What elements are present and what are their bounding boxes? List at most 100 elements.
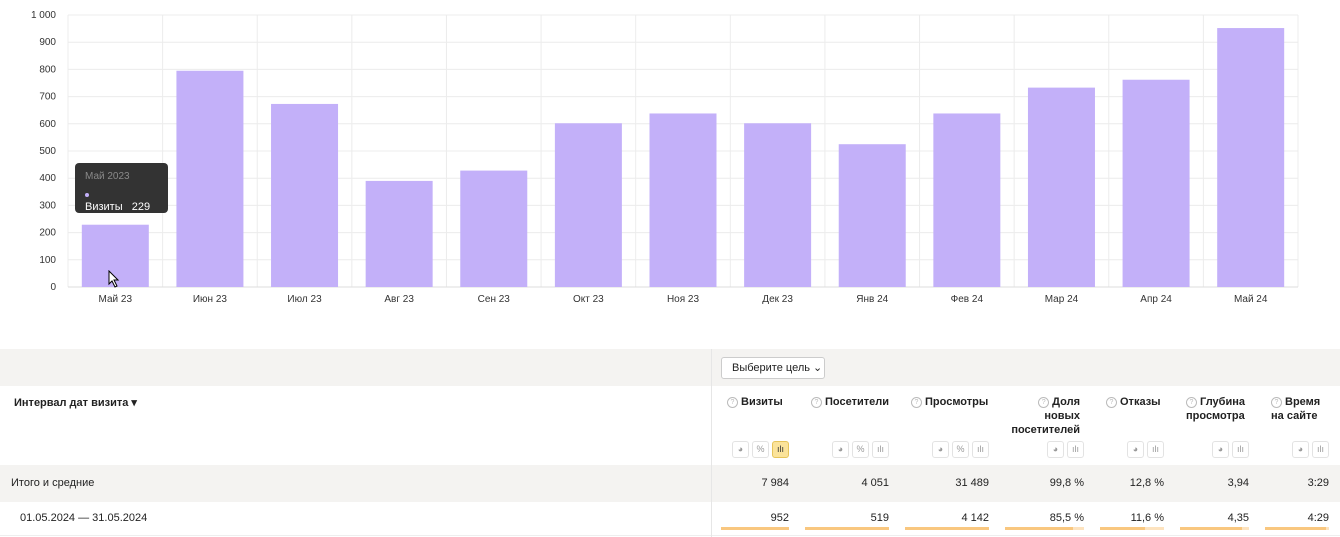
help-icon[interactable]: ?: [811, 397, 822, 408]
bar: [271, 103, 339, 287]
value-progress-bar: [1265, 527, 1329, 530]
percent-icon[interactable]: %: [952, 441, 969, 458]
y-tick-label: 500: [39, 146, 56, 157]
bar: [1027, 87, 1095, 288]
help-icon[interactable]: ?: [1271, 397, 1282, 408]
value-progress-bar: [805, 527, 889, 530]
value-progress-bar: [1180, 527, 1249, 530]
pie-chart-icon[interactable]: ◕: [832, 441, 849, 458]
total-value: 3:29: [1307, 477, 1329, 489]
bar: [1122, 79, 1190, 288]
x-tick-label: Дек 23: [762, 294, 793, 305]
mouse-cursor-icon: [108, 270, 120, 288]
column-label: Посетители: [825, 396, 889, 408]
x-tick-label: Сен 23: [478, 294, 511, 305]
value-progress-bar: [721, 527, 789, 530]
y-tick-label: 400: [39, 173, 56, 184]
value-progress-bar: [905, 527, 989, 530]
totals-label: Итого и средние: [11, 477, 95, 489]
bar-chart-icon[interactable]: ılı: [1312, 441, 1329, 458]
x-tick-label: Июн 23: [193, 294, 228, 305]
column-header[interactable]: ? Отказы ◕ ılı: [1090, 386, 1170, 465]
chart-tooltip: Май 2023 Визиты 229: [75, 163, 168, 213]
x-tick-label: Июл 23: [287, 294, 322, 305]
y-tick-label: 300: [39, 200, 56, 211]
pie-chart-icon[interactable]: ◕: [1047, 441, 1064, 458]
x-tick-label: Авг 23: [384, 294, 414, 305]
column-label: Просмотры: [925, 396, 989, 408]
help-icon[interactable]: ?: [911, 397, 922, 408]
total-value: 31 489: [955, 477, 989, 489]
x-tick-label: Май 24: [1234, 294, 1268, 305]
tooltip-series: Визиты: [85, 201, 123, 213]
cell-value: 4 142: [961, 512, 989, 524]
bar-chart-icon[interactable]: ılı: [1147, 441, 1164, 458]
bar: [176, 70, 244, 287]
bar: [933, 113, 1001, 288]
y-tick-label: 800: [39, 64, 56, 75]
column-header[interactable]: ? Доля новых посетителей ◕ ılı: [995, 386, 1090, 465]
column-header[interactable]: ? Просмотры ◕% ılı: [895, 386, 995, 465]
bar: [1217, 28, 1285, 287]
chevron-down-icon: ⌄: [813, 362, 823, 374]
x-tick-label: Май 23: [99, 294, 133, 305]
bar: [649, 113, 717, 288]
bar-chart-icon[interactable]: ılı: [872, 441, 889, 458]
pie-chart-icon[interactable]: ◕: [932, 441, 949, 458]
help-icon[interactable]: ?: [727, 397, 738, 408]
x-tick-label: Фев 24: [951, 294, 984, 305]
visits-bar-chart: 0 100 200 300 400 500 600 700 800 900 1 000 Май 23 И…: [31, 10, 1299, 305]
pie-chart-icon[interactable]: ◕: [732, 441, 749, 458]
y-tick-label: 600: [39, 119, 56, 130]
help-icon[interactable]: ?: [1038, 397, 1050, 408]
column-divider: [711, 349, 712, 537]
y-tick-label: 200: [39, 228, 56, 239]
total-value: 99,8 %: [1049, 477, 1084, 489]
percent-icon[interactable]: %: [752, 441, 769, 458]
totals-row: Итого и средние 7 984 4 051 31 489 99,8 % 12…: [0, 465, 1340, 502]
cell-value: 4,35: [1227, 512, 1249, 524]
goal-label: Выберите цель: [732, 362, 810, 374]
pie-chart-icon[interactable]: ◕: [1127, 441, 1144, 458]
table-row[interactable]: 01.05.2024 — 31.05.2024 952 519 4 142 85,5 …: [0, 502, 1340, 536]
help-icon[interactable]: ?: [1186, 397, 1197, 408]
pie-chart-icon[interactable]: ◕: [1292, 441, 1309, 458]
help-icon[interactable]: ?: [1106, 397, 1117, 408]
bar: [744, 123, 812, 287]
percent-icon[interactable]: %: [852, 441, 869, 458]
tooltip-value: 229: [131, 201, 151, 213]
value-progress-bar: [1005, 527, 1084, 530]
cell-value: 4:29: [1307, 512, 1329, 524]
cell-value: 85,5 %: [1049, 512, 1084, 524]
bar-chart-icon[interactable]: ılı: [772, 441, 789, 458]
bar: [554, 123, 622, 287]
pie-chart-icon[interactable]: ◕: [1212, 441, 1229, 458]
x-tick-label: Янв 24: [856, 294, 888, 305]
y-tick-label: 0: [50, 282, 56, 293]
total-value: 7 984: [761, 477, 789, 489]
column-label: Визиты: [741, 396, 783, 408]
y-tick-label: 900: [39, 37, 56, 48]
dimension-header[interactable]: Интервал дат визита ▾: [14, 396, 137, 409]
column-header[interactable]: ? Глубина просмотра ◕ ılı: [1170, 386, 1255, 465]
table-header: Интервал дат визита ▾ ? Визиты ◕% ılı? Посет…: [0, 386, 1340, 466]
select-goal-dropdown[interactable]: Выберите цель ⌄: [721, 357, 825, 379]
total-value: 12,8 %: [1129, 477, 1164, 489]
bar-chart-icon[interactable]: ılı: [972, 441, 989, 458]
table-toolbar: [0, 349, 1340, 386]
bar: [365, 180, 433, 287]
column-header[interactable]: ? Время на сайте ◕ ılı: [1255, 386, 1335, 465]
x-tick-label: Окт 23: [573, 294, 604, 305]
column-header[interactable]: ? Визиты ◕% ılı: [711, 386, 795, 465]
cell-value: 952: [770, 512, 789, 524]
x-tick-label: Апр 24: [1140, 294, 1172, 305]
bar-chart-icon[interactable]: ılı: [1067, 441, 1084, 458]
column-header[interactable]: ? Посетители ◕% ılı: [795, 386, 895, 465]
total-value: 4 051: [861, 477, 889, 489]
cell-value: 519: [870, 512, 889, 524]
series-dot-icon: [85, 193, 89, 198]
tooltip-title: Май 2023: [85, 171, 130, 182]
bar-chart-icon[interactable]: ılı: [1232, 441, 1249, 458]
y-tick-label: 1 000: [31, 10, 56, 21]
bar: [460, 170, 528, 287]
